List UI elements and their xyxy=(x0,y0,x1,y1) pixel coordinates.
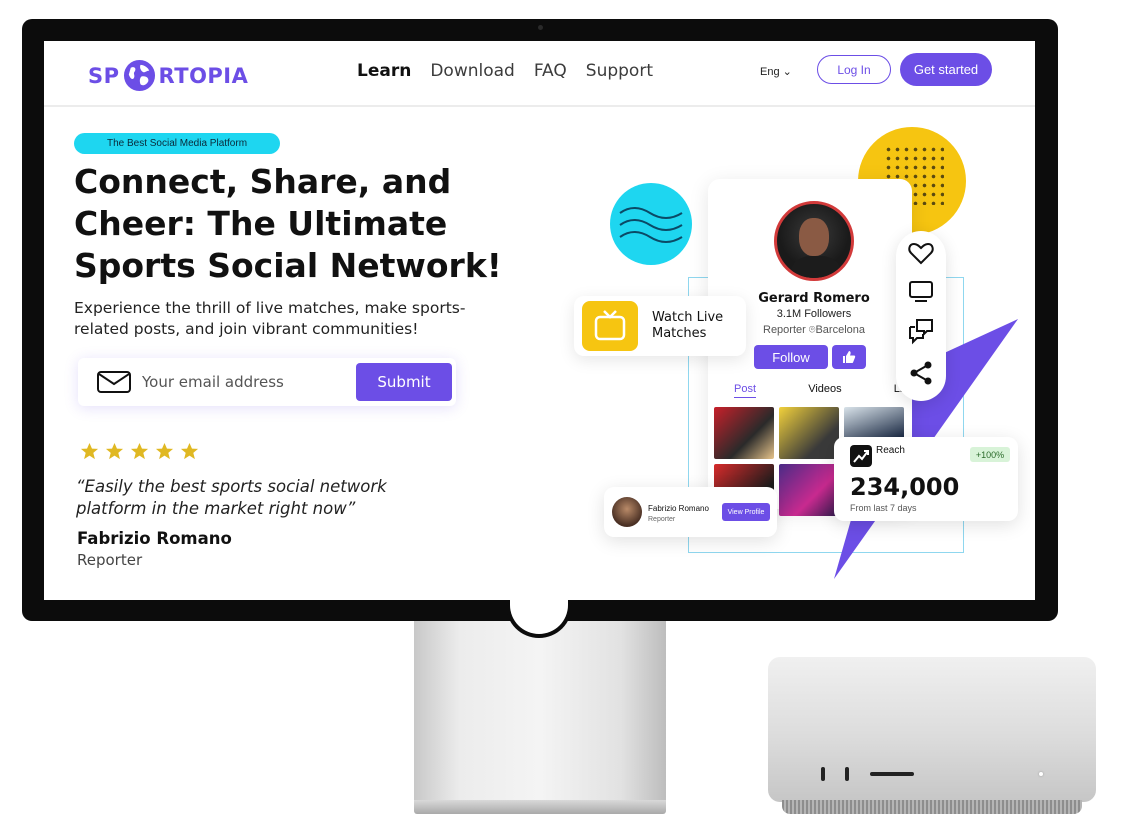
view-profile-button[interactable]: View Profile xyxy=(722,503,770,521)
monitor-stand-base xyxy=(414,800,666,814)
tv-icon-box xyxy=(582,301,638,351)
card-slot xyxy=(870,772,914,776)
decorative-cyan-circle xyxy=(610,183,692,265)
tv-icon[interactable] xyxy=(907,277,935,305)
chevron-down-icon: ⌄ xyxy=(782,66,792,78)
heart-icon[interactable] xyxy=(907,239,935,267)
hero-headline: Connect, Share, and Cheer: The Ultimate … xyxy=(74,162,502,285)
profile-tabs: Post Videos Live xyxy=(734,383,914,398)
thumbs-up-icon xyxy=(843,351,856,363)
post-thumbnail[interactable] xyxy=(714,407,774,459)
tab-videos[interactable]: Videos xyxy=(808,383,841,398)
user-name: Fabrizio Romano xyxy=(648,504,709,513)
share-icon[interactable] xyxy=(907,359,935,387)
nav-link-download[interactable]: Download xyxy=(430,61,515,81)
nav-link-support[interactable]: Support xyxy=(586,61,653,81)
submit-button[interactable]: Submit xyxy=(356,363,452,401)
globe-icon xyxy=(123,59,155,92)
email-signup-form: Submit xyxy=(78,358,456,406)
testimonial-quote: “Easily the best sports social network p… xyxy=(76,477,387,518)
trend-icon xyxy=(850,445,872,467)
star-icon xyxy=(105,442,124,460)
camera-dot xyxy=(538,25,543,30)
nav-link-learn[interactable]: Learn xyxy=(357,61,411,81)
reach-period: From last 7 days xyxy=(850,503,917,513)
watch-live-card[interactable]: Watch Live Matches xyxy=(574,296,746,356)
testimonial-author: Fabrizio Romano xyxy=(77,529,232,548)
user-role: Reporter xyxy=(648,516,676,523)
language-selector[interactable]: Eng ⌄ xyxy=(760,65,792,78)
language-label: Eng xyxy=(760,66,780,78)
user-mini-card: Fabrizio Romano Reporter View Profile xyxy=(604,487,777,537)
monitor-frame: SP RTOPIA Learn Download FAQ Support Eng… xyxy=(22,19,1058,621)
desktop-computer xyxy=(768,657,1096,802)
reach-value: 234,000 xyxy=(850,473,960,501)
rating-stars xyxy=(80,442,199,461)
action-sidebar xyxy=(896,231,946,401)
hero-subtext: Experience the thrill of live matches, m… xyxy=(74,299,466,338)
follow-button[interactable]: Follow xyxy=(754,345,828,369)
profile-avatar xyxy=(774,201,854,281)
login-button[interactable]: Log In xyxy=(817,55,891,84)
get-started-button[interactable]: Get started xyxy=(900,53,992,86)
logo[interactable]: SP RTOPIA xyxy=(88,59,248,92)
avatar xyxy=(612,497,642,527)
like-button[interactable] xyxy=(832,345,866,369)
computer-vent xyxy=(782,800,1082,814)
monitor-stand xyxy=(414,621,666,807)
navbar: SP RTOPIA Learn Download FAQ Support Eng… xyxy=(44,41,1035,107)
tv-icon xyxy=(594,310,626,341)
reach-growth-badge: +100% xyxy=(970,447,1010,462)
logo-text-left: SP xyxy=(88,63,120,88)
wave-icon xyxy=(619,207,683,243)
star-icon xyxy=(155,442,174,460)
star-icon xyxy=(130,442,149,460)
reach-stats-card: Reach +100% 234,000 From last 7 days xyxy=(834,437,1018,521)
power-led xyxy=(1039,772,1043,776)
reach-label: Reach xyxy=(876,445,905,456)
tagline-pill: The Best Social Media Platform xyxy=(74,133,280,154)
post-thumbnail[interactable] xyxy=(779,407,839,459)
screen: SP RTOPIA Learn Download FAQ Support Eng… xyxy=(44,41,1035,600)
mail-icon xyxy=(97,371,131,393)
tab-post[interactable]: Post xyxy=(734,383,757,398)
nav-link-faq[interactable]: FAQ xyxy=(534,61,567,81)
watch-live-label: Watch Live Matches xyxy=(652,310,724,341)
email-input[interactable] xyxy=(142,372,342,392)
testimonial-role: Reporter xyxy=(77,551,143,569)
star-icon xyxy=(180,442,199,460)
chat-icon[interactable] xyxy=(907,317,935,345)
usb-port xyxy=(845,767,849,781)
nav-links: Learn Download FAQ Support xyxy=(357,61,653,81)
post-thumbnail[interactable] xyxy=(779,464,839,516)
usb-port xyxy=(821,767,825,781)
star-icon xyxy=(80,442,99,460)
logo-text-right: RTOPIA xyxy=(158,63,249,88)
